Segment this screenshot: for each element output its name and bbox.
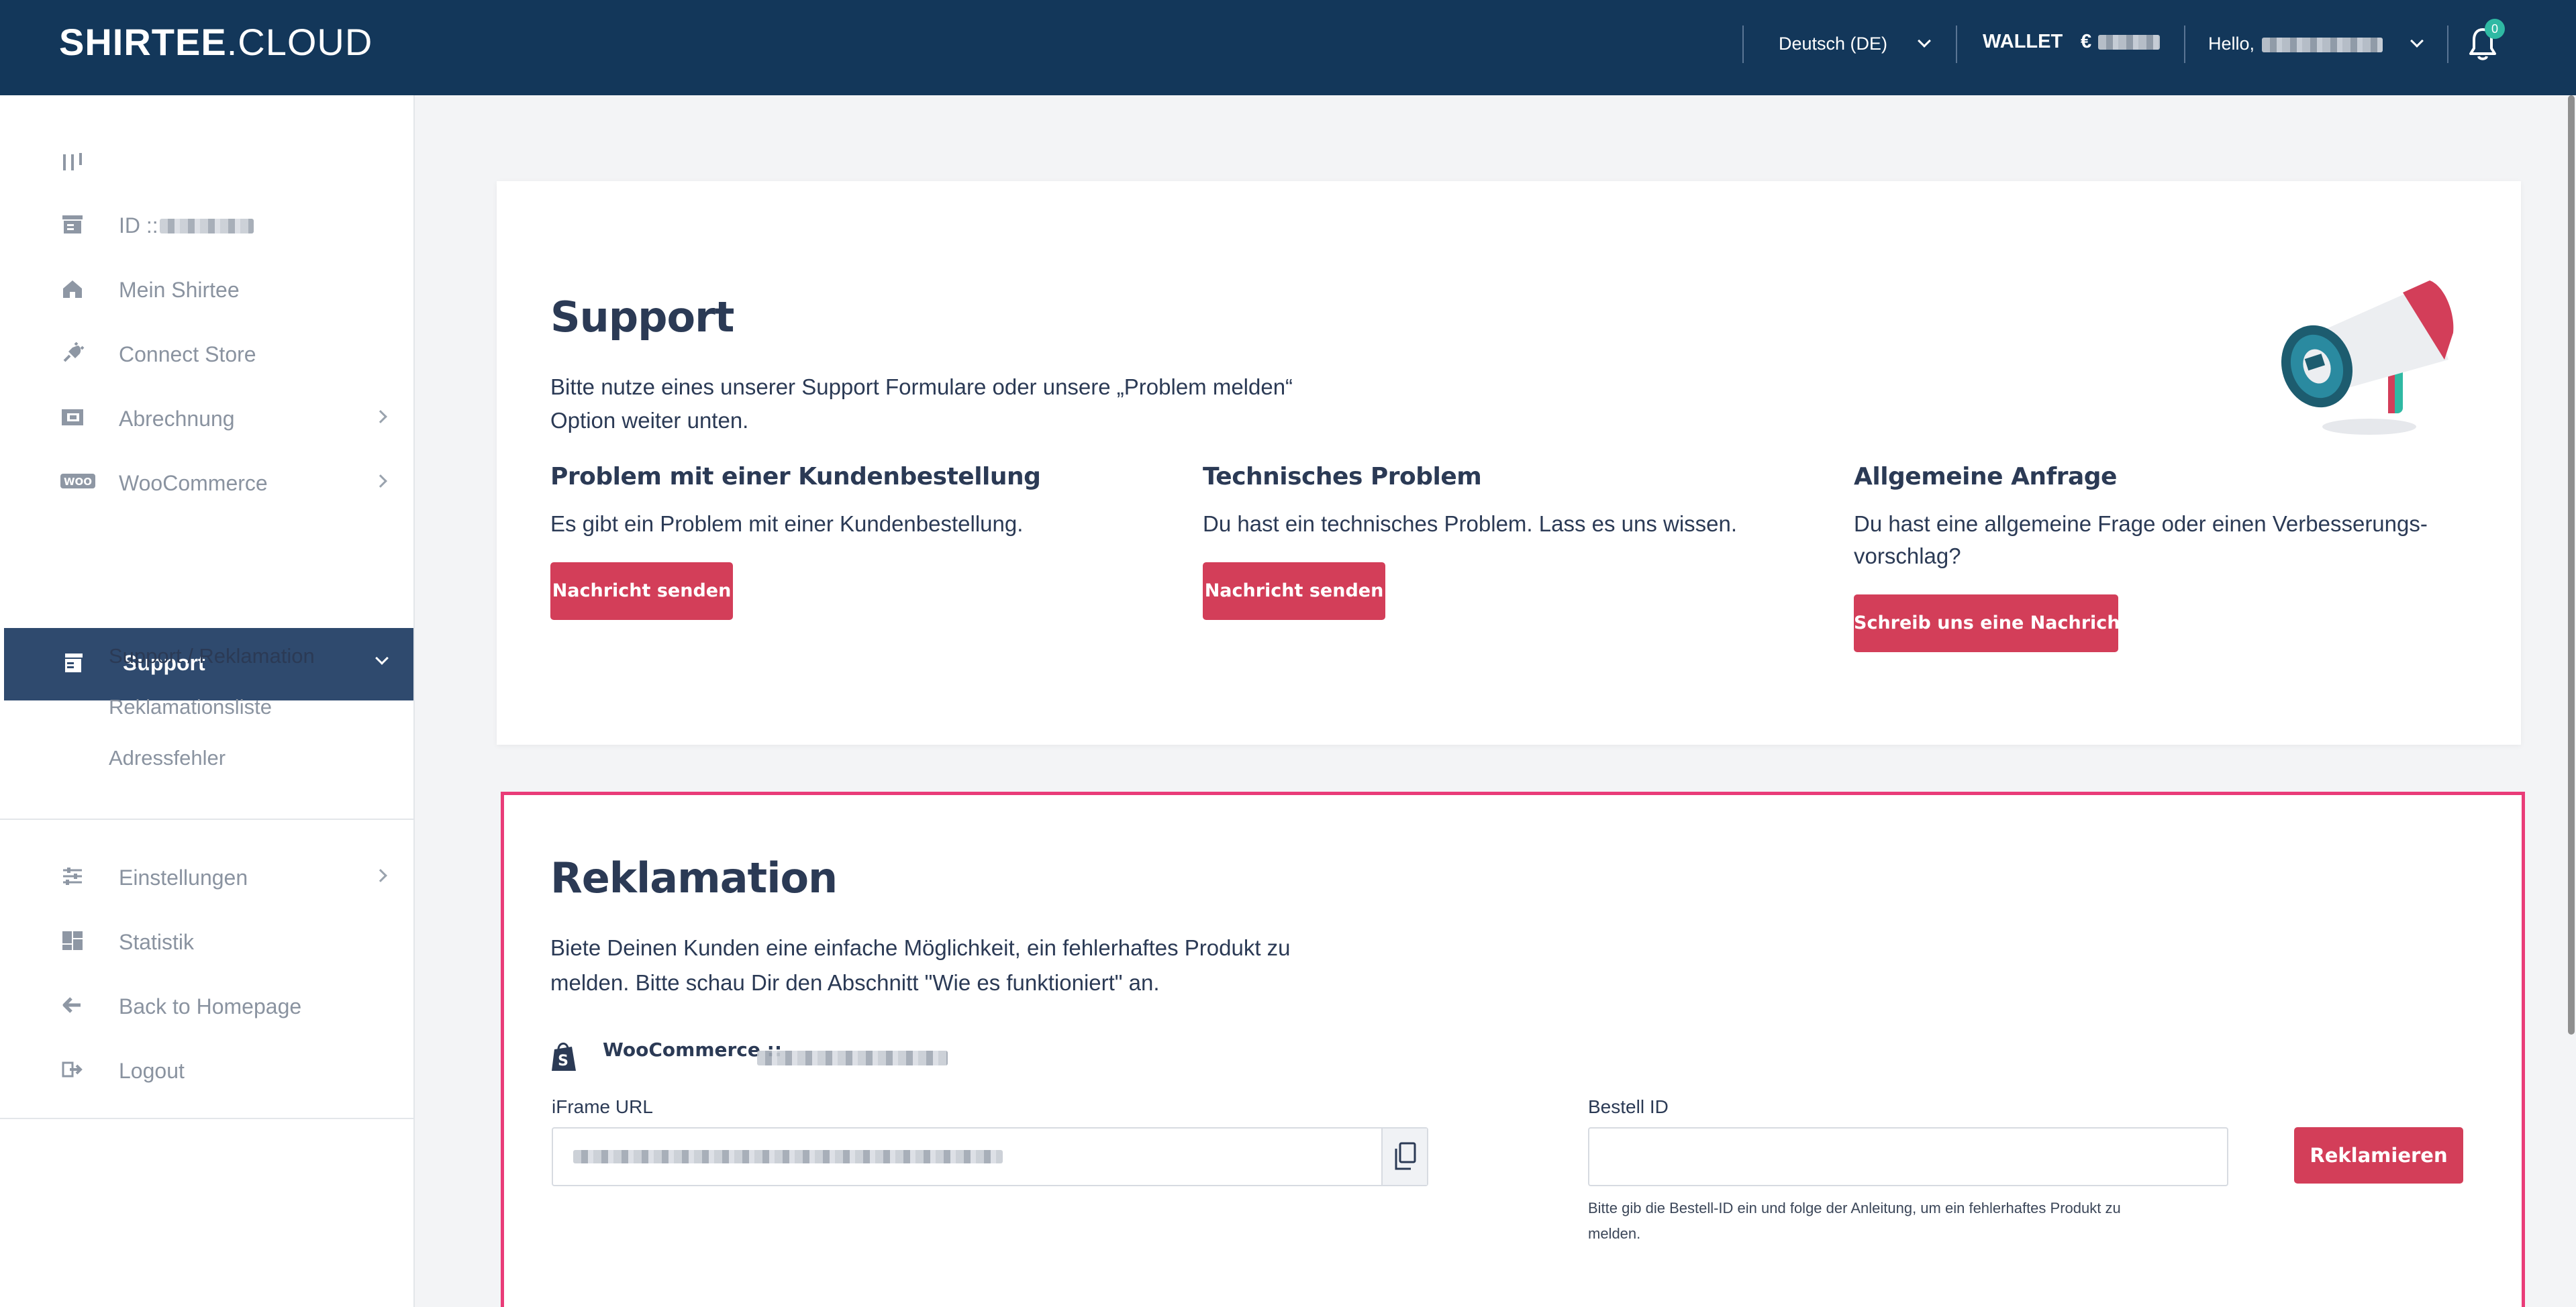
wallet-amount-redacted xyxy=(2098,35,2160,50)
sidebar-item-abrechnung[interactable]: Abrechnung xyxy=(0,397,415,437)
top-bar: SHIRTEE.CLOUD Deutsch (DE) WALLET € Hell… xyxy=(0,0,2576,95)
header-divider xyxy=(2184,25,2185,63)
account-id-redacted xyxy=(160,219,254,233)
bestell-id-hint-line2: melden. xyxy=(1588,1225,1641,1242)
reklamieren-button[interactable]: Reklamieren xyxy=(2294,1127,2463,1184)
send-message-button-technical[interactable]: Nachricht senden xyxy=(1203,562,1385,620)
sidebar-item-back-to-homepage[interactable]: Back to Homepage xyxy=(0,985,415,1025)
sidebar-item-mein-shirtee[interactable]: Mein Shirtee xyxy=(0,268,415,309)
sidebar-item-id[interactable]: ID :: xyxy=(0,204,415,244)
sliders-icon xyxy=(63,868,82,885)
column-text-technisch: Du hast ein technisches Problem. Lass es… xyxy=(1203,511,1738,536)
reklamation-title: Reklamation xyxy=(550,853,838,902)
sidebar-item-label: Back to Homepage xyxy=(119,994,302,1018)
column-text-kundenbestellung: Es gibt ein Problem mit einer Kundenbest… xyxy=(550,511,1024,536)
chevron-right-icon xyxy=(374,869,387,882)
chevron-right-icon xyxy=(374,410,387,423)
iframe-url-label: iFrame URL xyxy=(552,1096,653,1117)
header-divider xyxy=(2447,25,2448,63)
column-text-allgemein-line1: Du hast eine allgemeine Frage oder einen… xyxy=(1854,511,2428,536)
sidebar-item-connect-store[interactable]: Connect Store xyxy=(0,333,415,373)
wallet-currency: € xyxy=(2081,31,2092,52)
shopify-bag-icon: S xyxy=(552,1043,576,1071)
arrow-left-icon xyxy=(62,997,81,1013)
store-name-redacted xyxy=(757,1051,948,1065)
sidebar-item-label: Abrechnung xyxy=(119,407,235,431)
sidebar-item-woocommerce[interactable]: WOO WooCommerce xyxy=(0,462,415,502)
iframe-url-redacted xyxy=(573,1150,1003,1163)
username-redacted xyxy=(2262,38,2383,52)
sidebar-sub-reklamationsliste[interactable]: Reklamationsliste xyxy=(109,695,272,719)
megaphone-icon xyxy=(2281,280,2454,435)
sidebar-item-label: Einstellungen xyxy=(119,866,248,890)
copy-button[interactable] xyxy=(1381,1129,1427,1185)
scrollbar[interactable] xyxy=(2568,95,2575,1035)
sidebar-item-label: Statistik xyxy=(119,930,195,954)
reklamation-intro-line2: melden. Bitte schau Dir den Abschnitt "W… xyxy=(550,970,1160,995)
reklamation-intro-line1: Biete Deinen Kunden eine einfache Möglic… xyxy=(550,935,1291,960)
sidebar-item-label: Mein Shirtee xyxy=(119,278,240,302)
sidebar-sub-support-reklamation[interactable]: Support / Reklamation xyxy=(109,644,315,668)
send-message-button-order[interactable]: Nachricht senden xyxy=(550,562,733,620)
column-text-allgemein-line2: vorschlag? xyxy=(1854,543,1961,568)
chevron-down-icon xyxy=(375,651,389,665)
user-menu-chevron-icon[interactable] xyxy=(2410,34,2424,48)
sidebar-sub-adressfehler[interactable]: Adressfehler xyxy=(109,746,226,770)
sidebar-item-label: Logout xyxy=(119,1059,185,1083)
copy-icon xyxy=(1395,1142,1416,1170)
sidebar-divider xyxy=(0,819,415,820)
bestell-id-input[interactable] xyxy=(1588,1127,2228,1186)
sidebar-item-logout[interactable]: Logout xyxy=(0,1049,415,1090)
user-greeting[interactable]: Hello, xyxy=(2208,34,2255,54)
logout-icon xyxy=(62,1061,83,1078)
sidebar-item-einstellungen[interactable]: Einstellungen xyxy=(0,856,415,896)
support-intro-line2: Option weiter unten. xyxy=(550,408,749,433)
write-message-button[interactable]: Schreib uns eine Nachricht xyxy=(1854,594,2128,652)
language-selector[interactable]: Deutsch (DE) xyxy=(1779,34,1887,54)
plug-icon xyxy=(63,342,85,362)
wallet-icon xyxy=(62,409,83,425)
chevron-right-icon xyxy=(374,474,387,488)
sidebar-item-label: Connect Store xyxy=(119,342,256,366)
sidebar-divider xyxy=(0,1118,415,1119)
wallet-label[interactable]: WALLET xyxy=(1983,31,2063,53)
bestell-id-label: Bestell ID xyxy=(1588,1096,1669,1117)
chevron-down-icon[interactable] xyxy=(1918,34,1931,48)
header-divider xyxy=(1956,25,1957,63)
sidebar-item-label: ID :: xyxy=(119,213,158,238)
notification-badge: 0 xyxy=(2485,19,2505,39)
dashboard-icon xyxy=(62,931,83,950)
support-title: Support xyxy=(550,293,734,342)
column-title-kundenbestellung: Problem mit einer Kundenbestellung xyxy=(550,463,1041,490)
woocommerce-icon: WOO xyxy=(60,474,95,488)
bestell-id-hint-line1: Bitte gib die Bestell-ID ein und folge d… xyxy=(1588,1200,2121,1216)
store-connection-label: WooCommerce :: xyxy=(603,1039,783,1061)
sidebar-item-statistik[interactable]: Statistik xyxy=(0,921,415,961)
column-title-technisch: Technisches Problem xyxy=(1203,463,1482,490)
sidebar-item-label: WooCommerce xyxy=(119,471,268,495)
sidebar: ID :: Mein Shirtee Connect Store Abrechn… xyxy=(0,95,415,1307)
svg-text:S: S xyxy=(558,1053,568,1069)
support-intro-line1: Bitte nutze eines unserer Support Formul… xyxy=(550,374,1293,399)
home-icon xyxy=(63,280,82,298)
iframe-url-input[interactable] xyxy=(552,1127,1428,1186)
logo[interactable]: SHIRTEE.CLOUD xyxy=(59,19,373,66)
column-title-allgemein: Allgemeine Anfrage xyxy=(1854,463,2117,490)
store-icon xyxy=(62,215,83,233)
svg-text:WOO: WOO xyxy=(64,476,92,488)
active-sub-indicator xyxy=(62,637,65,690)
header-divider xyxy=(1742,25,1744,63)
collapse-sidebar-icon[interactable] xyxy=(62,150,85,173)
